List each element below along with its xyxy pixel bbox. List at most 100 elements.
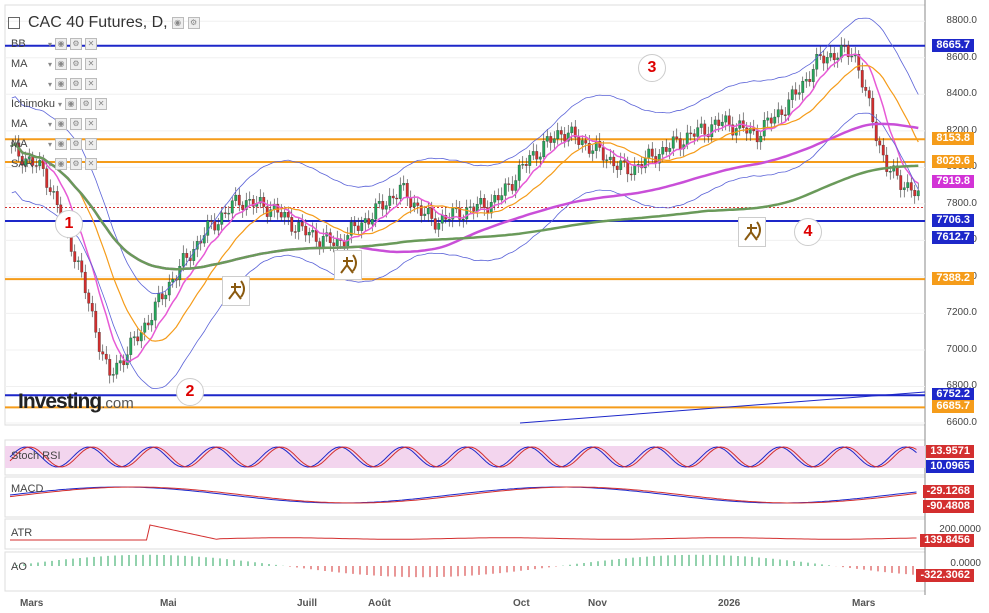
candle-body xyxy=(332,242,336,246)
gear-icon[interactable]: ⚙ xyxy=(70,38,83,50)
eye-icon[interactable]: ◉ xyxy=(55,58,68,70)
candle-body xyxy=(391,195,395,199)
candle-body xyxy=(220,212,224,225)
candle-body xyxy=(591,150,595,154)
indicator-row[interactable]: BB ▾ ◉ ⚙ ✕ xyxy=(11,38,98,50)
candle-body xyxy=(867,90,871,99)
candle-body xyxy=(906,182,910,188)
ao-label: AO xyxy=(11,561,27,573)
eye-icon[interactable]: ◉ xyxy=(55,138,68,150)
candle-body xyxy=(447,219,451,221)
candle-body xyxy=(48,187,52,192)
candle-body xyxy=(500,195,504,201)
candle-body xyxy=(279,212,283,218)
close-icon[interactable]: ✕ xyxy=(85,58,98,70)
indicator-row[interactable]: MA ▾ ◉ ⚙ ✕ xyxy=(11,138,98,150)
candle-body xyxy=(370,219,374,225)
candle-body xyxy=(97,332,101,352)
close-icon[interactable]: ✕ xyxy=(85,118,98,130)
candle-body xyxy=(829,53,833,58)
candle-body xyxy=(517,164,521,181)
indicator-row[interactable]: MA ▾ ◉ ⚙ ✕ xyxy=(11,118,98,130)
gear-icon[interactable]: ⚙ xyxy=(70,118,83,130)
gear-icon[interactable]: ⚙ xyxy=(70,78,83,90)
candle-body xyxy=(45,168,49,188)
chevron-down-icon[interactable]: ▾ xyxy=(48,120,52,129)
eye-icon[interactable]: ◉ xyxy=(55,38,68,50)
macd-signal-line xyxy=(9,486,917,504)
price-tag: 7919.8 xyxy=(932,174,974,188)
candle-body xyxy=(759,135,763,143)
candle-body xyxy=(104,353,108,360)
candle-body xyxy=(584,140,588,144)
candle-body xyxy=(755,130,759,143)
gear-icon[interactable]: ⚙ xyxy=(80,98,93,110)
candle-body xyxy=(559,130,563,135)
candle-body xyxy=(713,119,717,125)
candle-body xyxy=(360,222,364,231)
indicator-row[interactable]: Ichimoku ▾ ◉ ⚙ ✕ xyxy=(11,98,108,110)
candle-body xyxy=(902,187,906,190)
pane-border xyxy=(4,476,926,518)
indicator-row[interactable]: MA ▾ ◉ ⚙ ✕ xyxy=(11,58,98,70)
ao-axis-label: 0.0000 xyxy=(950,558,981,569)
candle-body xyxy=(146,322,150,326)
candle-body xyxy=(171,279,175,283)
investing-logo: Investing.com xyxy=(18,390,134,413)
candle-body xyxy=(633,164,637,175)
chevron-down-icon[interactable]: ▾ xyxy=(48,140,52,149)
candle-body xyxy=(850,55,854,58)
candle-body xyxy=(664,147,668,152)
eye-icon[interactable]: ◉ xyxy=(55,78,68,90)
candle-body xyxy=(650,148,654,157)
indicator-label: BB xyxy=(11,38,26,50)
candle-body xyxy=(122,360,126,366)
eye-icon[interactable]: ◉ xyxy=(55,118,68,130)
gear-icon[interactable]: ⚙ xyxy=(70,58,83,70)
candle-body xyxy=(549,136,553,143)
eye-icon[interactable]: ◉ xyxy=(171,17,184,29)
candle-body xyxy=(773,116,777,124)
chevron-down-icon[interactable]: ▾ xyxy=(48,160,52,169)
candle-body xyxy=(675,136,679,139)
candle-body xyxy=(227,212,231,215)
candle-body xyxy=(234,194,238,201)
chevron-down-icon[interactable]: ▾ xyxy=(48,60,52,69)
eye-icon[interactable]: ◉ xyxy=(55,158,68,170)
collapse-icon[interactable] xyxy=(8,17,20,29)
indicator-row[interactable]: SAR ▾ ◉ ⚙ ✕ xyxy=(11,158,98,170)
candle-body xyxy=(381,201,385,210)
close-icon[interactable]: ✕ xyxy=(85,38,98,50)
chevron-down-icon[interactable]: ▾ xyxy=(48,40,52,49)
close-icon[interactable]: ✕ xyxy=(85,158,98,170)
candle-body xyxy=(353,222,357,227)
candle-body xyxy=(248,199,252,201)
candle-body xyxy=(783,114,787,116)
candle-body xyxy=(150,319,154,326)
candle-body xyxy=(608,156,612,160)
gear-icon[interactable]: ⚙ xyxy=(187,17,200,29)
eye-icon[interactable]: ◉ xyxy=(65,98,78,110)
chevron-down-icon[interactable]: ▾ xyxy=(58,100,62,109)
close-icon[interactable]: ✕ xyxy=(85,78,98,90)
candle-body xyxy=(164,294,168,300)
close-icon[interactable]: ✕ xyxy=(95,98,108,110)
candle-body xyxy=(461,218,465,221)
candle-body xyxy=(668,148,672,152)
candle-body xyxy=(87,292,91,304)
indicator-row[interactable]: MA ▾ ◉ ⚙ ✕ xyxy=(11,78,98,90)
price-tick: 7000.0 xyxy=(946,343,977,355)
gear-icon[interactable]: ⚙ xyxy=(70,158,83,170)
time-tick: Juill xyxy=(297,598,318,609)
archer-icon xyxy=(222,276,250,306)
close-icon[interactable]: ✕ xyxy=(85,138,98,150)
time-tick: Mai xyxy=(160,598,177,609)
price-tick: 7800.0 xyxy=(946,197,977,209)
candle-body xyxy=(321,236,325,247)
time-tick: Oct xyxy=(513,598,530,609)
chevron-down-icon[interactable]: ▾ xyxy=(48,80,52,89)
candle-body xyxy=(888,171,892,173)
candle-body xyxy=(605,159,609,161)
candle-body xyxy=(300,222,304,227)
gear-icon[interactable]: ⚙ xyxy=(70,138,83,150)
